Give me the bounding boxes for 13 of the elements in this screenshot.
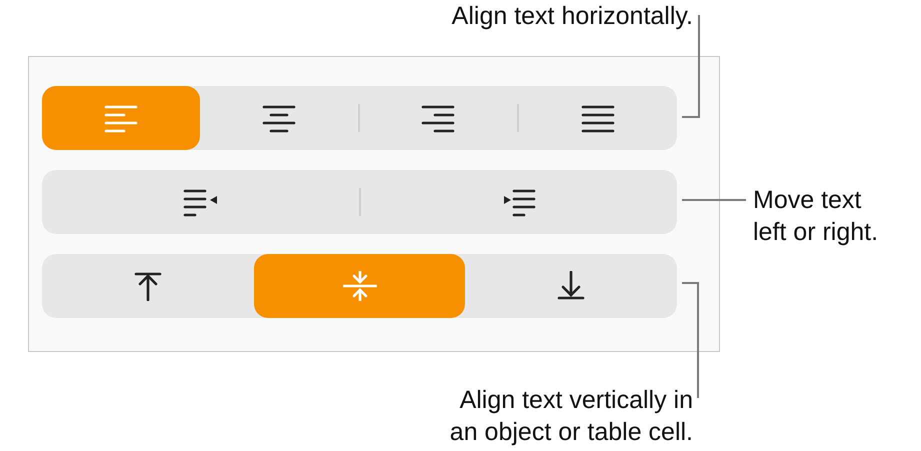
outdent-icon — [183, 187, 218, 217]
align-middle-icon — [342, 271, 376, 301]
indent-icon — [502, 187, 536, 217]
vertical-alignment-caption: Align text vertically in an object or table cell. — [450, 385, 693, 448]
indent-caption: Move text left or right. — [753, 185, 878, 248]
align-left-icon — [104, 103, 138, 133]
align-middle-button[interactable] — [254, 254, 466, 318]
align-left-button[interactable] — [42, 86, 200, 150]
justify-icon — [581, 103, 616, 133]
align-center-icon — [262, 103, 296, 133]
horizontal-alignment-caption: Align text horizontally. — [452, 1, 693, 32]
align-right-icon — [421, 103, 456, 133]
leader-line — [682, 199, 746, 201]
